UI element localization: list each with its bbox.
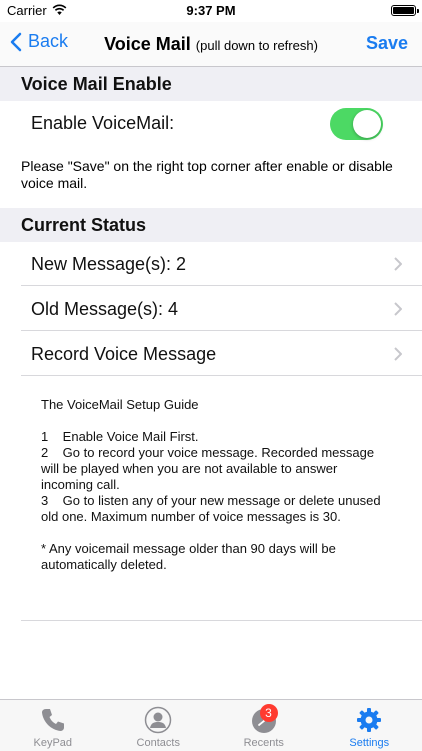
battery-icon: [391, 5, 416, 16]
tab-recents-label: Recents: [211, 737, 317, 749]
page-title-text: Voice Mail: [104, 34, 191, 54]
chevron-right-icon: [394, 302, 402, 316]
old-messages-row[interactable]: Old Message(s): 4: [0, 287, 422, 331]
old-messages-label: Old Message(s): 4: [31, 299, 178, 320]
divider: [21, 330, 422, 331]
chevron-right-icon: [394, 347, 402, 361]
section-header-enable: Voice Mail Enable: [0, 67, 422, 101]
clock-time: 9:37 PM: [0, 3, 422, 18]
divider: [21, 285, 422, 286]
guide-step-2: 2 Go to record your voice message. Recor…: [41, 445, 381, 493]
record-voice-message-label: Record Voice Message: [31, 344, 216, 365]
tab-contacts-label: Contacts: [106, 737, 212, 749]
tab-bar: KeyPad Contacts 3 Recents: [0, 699, 422, 751]
guide-title: The VoiceMail Setup Guide: [41, 397, 381, 413]
tab-recents[interactable]: 3 Recents: [211, 700, 317, 751]
tab-settings[interactable]: Settings: [317, 700, 422, 751]
enable-voicemail-label: Enable VoiceMail:: [31, 113, 174, 134]
section-header-status: Current Status: [0, 208, 422, 242]
new-messages-row[interactable]: New Message(s): 2: [0, 242, 422, 286]
guide-step-1: 1 Enable Voice Mail First.: [41, 429, 381, 445]
contacts-icon: [144, 706, 172, 734]
toggle-knob: [353, 110, 381, 138]
new-messages-label: New Message(s): 2: [31, 254, 186, 275]
section-header-enable-label: Voice Mail Enable: [21, 74, 172, 95]
page-title: Voice Mail (pull down to refresh): [0, 34, 422, 55]
guide-footnote: * Any voicemail message older than 90 da…: [41, 541, 381, 573]
gear-icon: [355, 706, 383, 734]
save-button[interactable]: Save: [366, 33, 408, 54]
phone-icon: [39, 706, 67, 734]
page-subtitle: (pull down to refresh): [196, 38, 318, 53]
tab-contacts[interactable]: Contacts: [106, 700, 212, 751]
tab-keypad[interactable]: KeyPad: [0, 700, 106, 751]
tab-keypad-label: KeyPad: [0, 737, 106, 749]
save-note: Please "Save" on the right top corner af…: [21, 158, 416, 192]
enable-voicemail-row: Enable VoiceMail:: [0, 101, 422, 145]
enable-voicemail-toggle[interactable]: [330, 108, 383, 140]
recents-badge: 3: [260, 704, 278, 722]
section-header-status-label: Current Status: [21, 215, 146, 236]
chevron-right-icon: [394, 257, 402, 271]
tab-settings-label: Settings: [317, 737, 422, 749]
divider: [21, 375, 422, 376]
record-voice-message-row[interactable]: Record Voice Message: [0, 332, 422, 376]
divider: [21, 620, 422, 621]
navigation-bar: Back Voice Mail (pull down to refresh) S…: [0, 22, 422, 67]
status-bar: Carrier 9:37 PM: [0, 0, 422, 22]
setup-guide: The VoiceMail Setup Guide 1 Enable Voice…: [41, 397, 381, 573]
guide-step-3: 3 Go to listen any of your new message o…: [41, 493, 381, 525]
